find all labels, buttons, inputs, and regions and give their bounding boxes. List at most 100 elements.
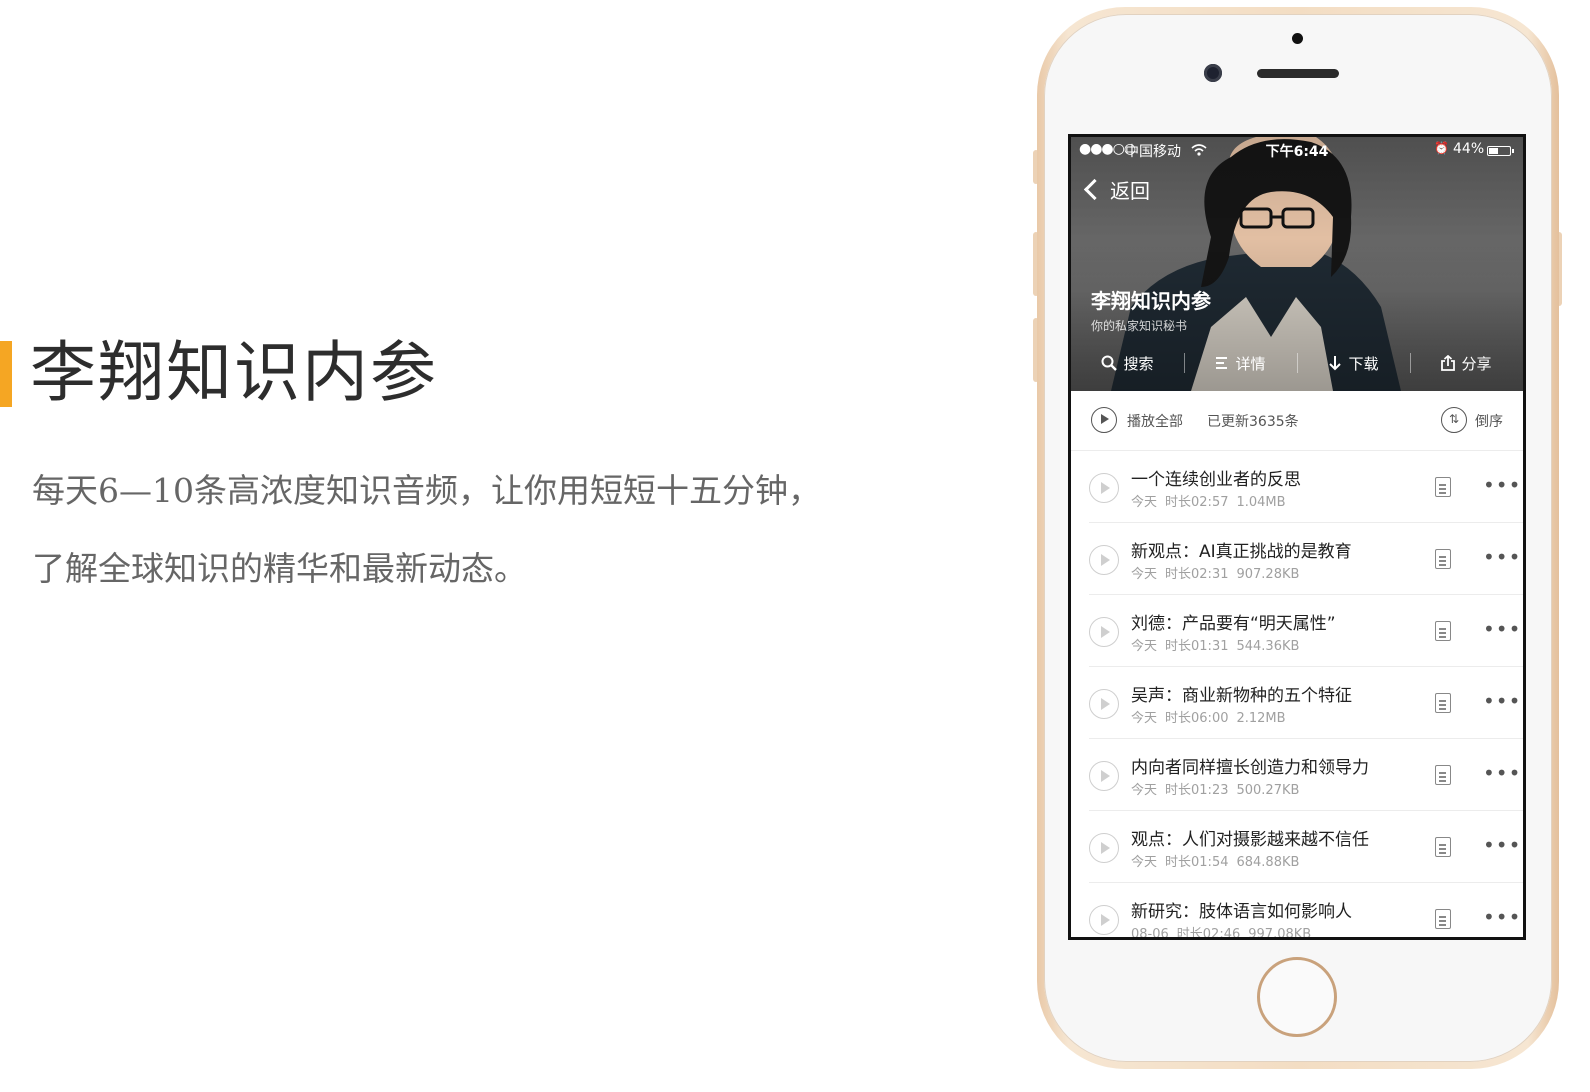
phone-screen: ●●●○○ 中国移动 下午6:44 ⏰ 44% 返回 李翔知识内参 你的私家知识… xyxy=(1068,134,1526,940)
episode-title: 新研究：肢体语言如何影响人 xyxy=(1131,902,1352,922)
episode-title: 一个连续创业者的反思 xyxy=(1131,470,1301,490)
home-button[interactable] xyxy=(1257,957,1337,1037)
more-icon[interactable]: ••• xyxy=(1483,689,1521,713)
list-item[interactable]: 内向者同样擅长创造力和领导力 今天 时长01:23 500.27KB ••• xyxy=(1071,739,1523,811)
document-icon[interactable] xyxy=(1435,837,1451,857)
document-icon[interactable] xyxy=(1435,549,1451,569)
update-count: 已更新3635条 xyxy=(1207,414,1299,430)
hero-description: 每天6—10条高浓度知识音频，让你用短短十五分钟， 了解全球知识的精华和最新动态… xyxy=(32,452,912,608)
sort-order-button[interactable]: 倒序 xyxy=(1475,411,1503,431)
more-icon[interactable]: ••• xyxy=(1483,545,1521,569)
play-all-button[interactable]: 播放全部 xyxy=(1127,411,1183,431)
chevron-left-icon xyxy=(1083,178,1106,201)
front-camera xyxy=(1204,64,1222,82)
play-icon[interactable] xyxy=(1089,761,1119,791)
play-icon[interactable] xyxy=(1089,473,1119,503)
episode-meta: 今天 时长02:57 1.04MB xyxy=(1131,491,1294,510)
episode-size: 997.08KB xyxy=(1248,927,1312,940)
play-icon[interactable] xyxy=(1089,905,1119,935)
album-subtitle: 你的私家知识秘书 xyxy=(1091,319,1188,333)
episode-size: 500.27KB xyxy=(1236,783,1300,798)
share-icon xyxy=(1441,355,1456,371)
episode-date: 今天 xyxy=(1131,567,1158,582)
episode-size: 544.36KB xyxy=(1236,639,1300,654)
details-label: 详情 xyxy=(1235,354,1266,373)
episode-duration: 时长01:54 xyxy=(1165,855,1229,870)
play-icon[interactable] xyxy=(1089,833,1119,863)
play-icon[interactable] xyxy=(1089,617,1119,647)
episode-title: 新观点：AI真正挑战的是教育 xyxy=(1131,542,1352,562)
list-item[interactable]: 新研究：肢体语言如何影响人 08-06 时长02:46 997.08KB ••• xyxy=(1071,883,1523,940)
episode-date: 今天 xyxy=(1131,783,1158,798)
episode-title: 观点：人们对摄影越来越不信任 xyxy=(1131,830,1369,850)
episode-meta: 今天 时长01:31 544.36KB xyxy=(1131,635,1307,654)
episode-duration: 时长01:23 xyxy=(1165,783,1229,798)
sort-icon[interactable]: ⇅ xyxy=(1441,407,1467,433)
list-item[interactable]: 吴声：商业新物种的五个特征 今天 时长06:00 2.12MB ••• xyxy=(1071,667,1523,739)
search-label: 搜索 xyxy=(1123,354,1154,373)
download-button[interactable]: 下载 xyxy=(1297,345,1410,381)
episode-list: 一个连续创业者的反思 今天 时长02:57 1.04MB ••• 新观点：AI真正挑… xyxy=(1071,451,1523,940)
document-icon[interactable] xyxy=(1435,693,1451,713)
list-icon xyxy=(1216,357,1228,369)
proximity-sensor xyxy=(1292,33,1303,44)
share-label: 分享 xyxy=(1461,354,1492,373)
document-icon[interactable] xyxy=(1435,621,1451,641)
episode-duration: 时长06:00 xyxy=(1165,711,1229,726)
episode-size: 907.28KB xyxy=(1236,567,1300,582)
episode-date: 今天 xyxy=(1131,855,1158,870)
battery-percent: 44% xyxy=(1453,141,1485,157)
status-bar: ●●●○○ 中国移动 下午6:44 ⏰ 44% xyxy=(1071,141,1523,161)
hero-description-line-2: 了解全球知识的精华和最新动态。 xyxy=(32,549,527,588)
list-item[interactable]: 观点：人们对摄影越来越不信任 今天 时长01:54 684.88KB ••• xyxy=(1071,811,1523,883)
earpiece-speaker xyxy=(1257,69,1339,78)
episode-title: 内向者同样擅长创造力和领导力 xyxy=(1131,758,1369,778)
episode-date: 今天 xyxy=(1131,495,1158,510)
document-icon[interactable] xyxy=(1435,909,1451,929)
hero-description-line-1: 每天6—10条高浓度知识音频，让你用短短十五分钟， xyxy=(32,471,821,510)
action-bar: 搜索 详情 下载 分享 xyxy=(1071,345,1523,381)
accent-bar xyxy=(0,341,12,407)
episode-meta: 今天 时长02:31 907.28KB xyxy=(1131,563,1307,582)
play-circle-icon[interactable] xyxy=(1091,407,1117,433)
alarm-icon: ⏰ xyxy=(1434,141,1449,155)
back-button[interactable]: 返回 xyxy=(1081,175,1150,204)
more-icon[interactable]: ••• xyxy=(1483,905,1521,929)
album-header: ●●●○○ 中国移动 下午6:44 ⏰ 44% 返回 李翔知识内参 你的私家知识… xyxy=(1071,137,1523,391)
more-icon[interactable]: ••• xyxy=(1483,617,1521,641)
list-item[interactable]: 一个连续创业者的反思 今天 时长02:57 1.04MB ••• xyxy=(1071,451,1523,523)
episode-date: 今天 xyxy=(1131,711,1158,726)
play-icon[interactable] xyxy=(1089,689,1119,719)
episode-meta: 今天 时长01:54 684.88KB xyxy=(1131,851,1307,870)
document-icon[interactable] xyxy=(1435,477,1451,497)
episode-meta: 今天 时长06:00 2.12MB xyxy=(1131,707,1294,726)
list-item[interactable]: 新观点：AI真正挑战的是教育 今天 时长02:31 907.28KB ••• xyxy=(1071,523,1523,595)
details-button[interactable]: 详情 xyxy=(1184,345,1297,381)
document-icon[interactable] xyxy=(1435,765,1451,785)
search-icon xyxy=(1101,355,1118,371)
episode-title: 吴声：商业新物种的五个特征 xyxy=(1131,686,1352,706)
battery-fill xyxy=(1489,148,1498,154)
more-icon[interactable]: ••• xyxy=(1483,833,1521,857)
more-icon[interactable]: ••• xyxy=(1483,473,1521,497)
album-title: 李翔知识内参 xyxy=(1091,289,1211,313)
episode-size: 1.04MB xyxy=(1236,495,1286,510)
back-label: 返回 xyxy=(1110,179,1150,203)
episode-size: 684.88KB xyxy=(1236,855,1300,870)
share-button[interactable]: 分享 xyxy=(1410,345,1523,381)
episode-size: 2.12MB xyxy=(1236,711,1286,726)
battery-icon xyxy=(1487,146,1511,156)
hero-title: 李翔知识内参 xyxy=(30,334,438,411)
download-label: 下载 xyxy=(1348,354,1379,373)
search-button[interactable]: 搜索 xyxy=(1071,345,1184,381)
play-icon[interactable] xyxy=(1089,545,1119,575)
more-icon[interactable]: ••• xyxy=(1483,761,1521,785)
episode-duration: 时长02:31 xyxy=(1165,567,1229,582)
episode-duration: 时长02:57 xyxy=(1165,495,1229,510)
download-icon xyxy=(1329,356,1342,371)
episode-meta: 今天 时长01:23 500.27KB xyxy=(1131,779,1307,798)
battery-cap xyxy=(1512,149,1514,153)
list-item[interactable]: 刘德：产品要有“明天属性” 今天 时长01:31 544.36KB ••• xyxy=(1071,595,1523,667)
episode-duration: 时长01:31 xyxy=(1165,639,1229,654)
episode-duration: 时长02:46 xyxy=(1176,927,1241,940)
